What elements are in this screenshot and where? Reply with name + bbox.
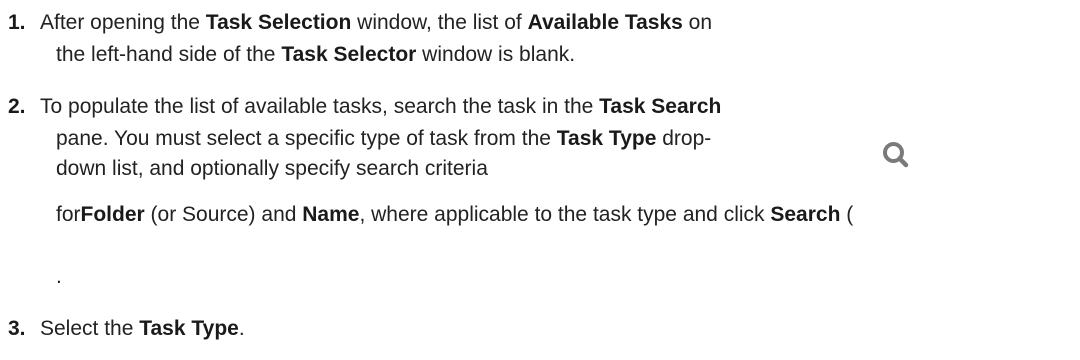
step-number: 2. bbox=[8, 95, 26, 118]
step-text-line: After opening the Task Selection window,… bbox=[40, 10, 712, 36]
text-run: . bbox=[56, 265, 62, 288]
text-run: (or Source) and bbox=[144, 203, 303, 226]
ui-term: Task Type bbox=[139, 317, 239, 340]
text-run: window, the list of bbox=[351, 11, 528, 34]
ui-term: Task Selection bbox=[205, 11, 352, 34]
text-run: pane. You must select a specific type of… bbox=[56, 127, 557, 150]
ui-term: Task Selector bbox=[281, 43, 417, 66]
text-run: , where applicable to the task type and … bbox=[359, 203, 771, 226]
text-run: window is blank. bbox=[416, 43, 576, 66]
step-text-line: the left-hand side of the Task Selector … bbox=[56, 42, 575, 68]
step-text-line: . bbox=[56, 264, 62, 290]
text-run: on bbox=[682, 11, 713, 34]
step-number: 1. bbox=[8, 11, 26, 34]
step-text-line: pane. You must select a specific type of… bbox=[56, 126, 711, 152]
step-text-line: To populate the list of available tasks,… bbox=[40, 94, 721, 120]
ui-term: Search bbox=[770, 203, 841, 226]
text-run: To populate the list of available tasks,… bbox=[40, 95, 600, 118]
step-text-line: Select the Task Type. bbox=[40, 316, 245, 342]
ui-term: Name bbox=[302, 203, 360, 226]
text-run: drop- bbox=[656, 127, 712, 150]
text-run: After opening the bbox=[40, 11, 206, 34]
text-run: ( bbox=[840, 203, 854, 226]
step-text-line: forFolder (or Source) and Name, where ap… bbox=[56, 202, 853, 228]
text-run: down list, and optionally specify search… bbox=[56, 157, 488, 180]
text-run: the left-hand side of the bbox=[56, 43, 282, 66]
ui-term: Task Type bbox=[556, 127, 657, 150]
text-run: for bbox=[56, 203, 81, 226]
step-text-line: down list, and optionally specify search… bbox=[56, 156, 488, 182]
step-number: 3. bbox=[8, 317, 26, 340]
text-run: . bbox=[238, 317, 245, 340]
text-run: Select the bbox=[40, 317, 140, 340]
ui-term: Available Tasks bbox=[527, 11, 683, 34]
ui-term: Task Search bbox=[599, 95, 722, 118]
search-icon bbox=[883, 142, 909, 168]
ui-term: Folder bbox=[80, 203, 145, 226]
